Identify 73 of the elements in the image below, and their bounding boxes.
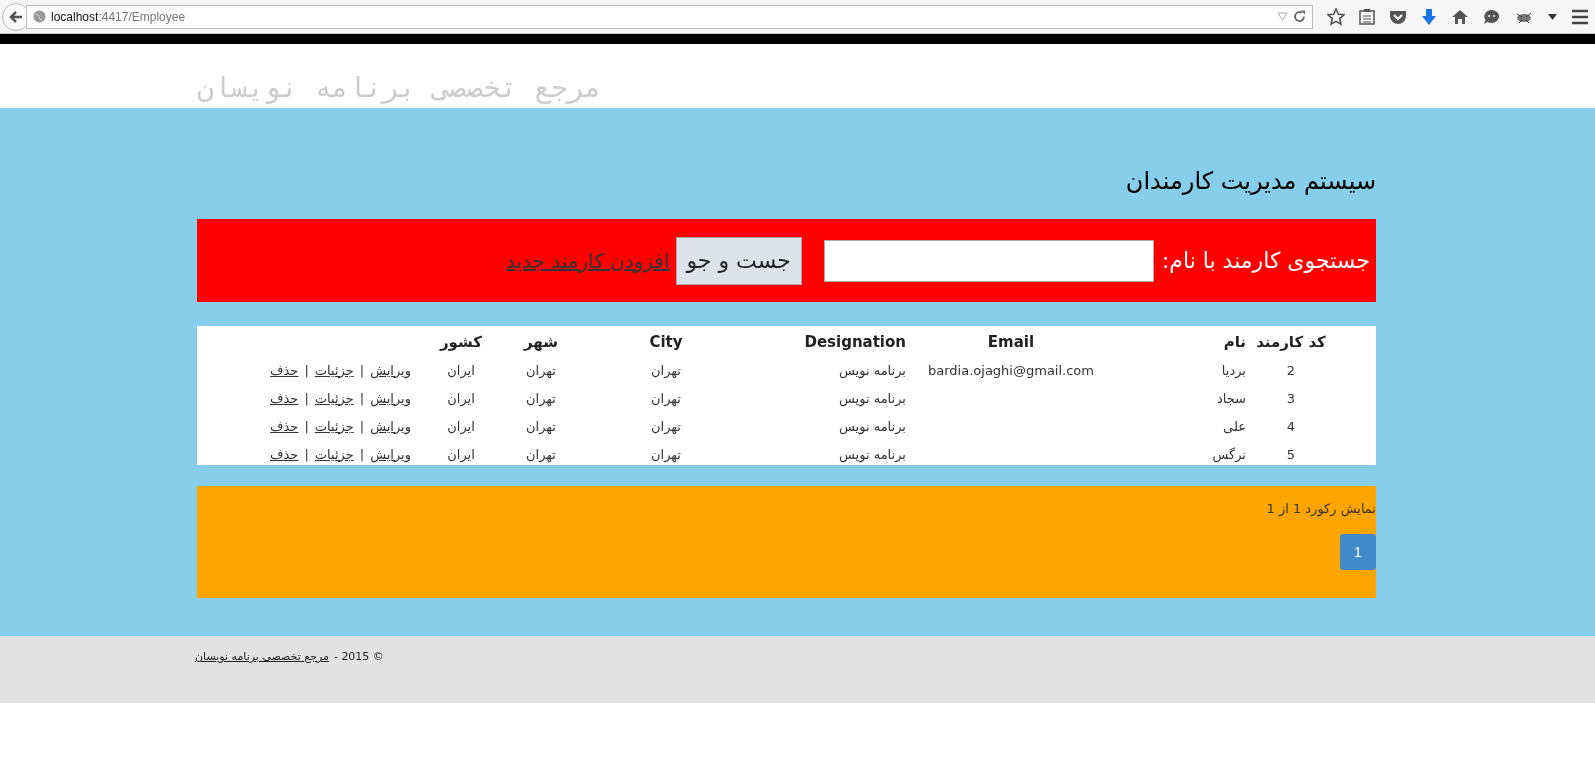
menu-icon[interactable] — [1571, 8, 1589, 25]
table-cell: ایران — [447, 418, 475, 434]
table-cell: نرگس — [1212, 446, 1246, 462]
table-cell: تهران — [651, 390, 681, 406]
star-icon[interactable] — [1327, 7, 1345, 26]
table-cell: برنامه نویس — [839, 418, 906, 434]
table-cell: تهران — [526, 418, 556, 434]
search-field[interactable] — [823, 239, 1154, 282]
globe-icon — [33, 10, 46, 23]
reload-icon[interactable] — [1293, 10, 1306, 23]
separator: | — [359, 418, 365, 434]
separator: | — [359, 390, 365, 406]
column-header: کشور — [440, 333, 482, 351]
address-bar[interactable]: localhost:4417/Employee — [26, 4, 1313, 29]
table-cell: تهران — [526, 446, 556, 462]
table-cell: بردیا — [1221, 362, 1246, 378]
table-cell: ایران — [447, 390, 475, 406]
column-header: نام — [1223, 333, 1246, 351]
caret-icon[interactable] — [1548, 13, 1557, 20]
table-cell: تهران — [651, 362, 681, 378]
table-cell: برنامه نویس — [839, 390, 906, 406]
table-cell: 3 — [1286, 390, 1296, 406]
separator: | — [359, 446, 365, 462]
column-header: City — [649, 333, 683, 351]
table-cell: ایران — [447, 446, 475, 462]
separator: | — [359, 362, 365, 378]
url-text: localhost:4417/Employee — [51, 9, 187, 24]
table-cell: تهران — [651, 418, 681, 434]
table-cell: تهران — [526, 362, 556, 378]
table-cell: 2 — [1286, 362, 1296, 378]
table-cell: 4 — [1286, 418, 1296, 434]
page-button[interactable]: 1 — [1340, 534, 1376, 570]
page-title: سیستم مدیریت کارمندان — [1124, 168, 1376, 194]
table-cell: bardia.ojaghi@gmail.com — [928, 362, 1094, 378]
reading-list-icon[interactable] — [1359, 8, 1375, 25]
action-link[interactable]: ویرایش — [370, 418, 411, 434]
search-label: جستجوی کارمند با نام: — [1161, 248, 1370, 273]
separator: | — [304, 390, 309, 406]
action-link[interactable]: حذف — [270, 446, 299, 462]
separator: | — [304, 418, 309, 434]
column-header: شهر — [524, 333, 558, 351]
table-cell: تهران — [526, 390, 556, 406]
action-link[interactable]: جزئیات — [314, 446, 354, 462]
action-link[interactable]: حذف — [270, 390, 299, 406]
action-link[interactable]: ویرایش — [370, 446, 411, 462]
column-header: Designation — [804, 333, 906, 351]
record-count: نمایش رکورد 1 از 1 — [1266, 501, 1376, 516]
copyright-text: © 2015 - — [333, 650, 384, 663]
search-button[interactable]: جست و جو — [675, 236, 802, 285]
table-cell: سجاد — [1216, 390, 1246, 406]
chat-icon[interactable] — [1483, 8, 1500, 25]
footer-link[interactable]: مرجع تخصصی برنامه نویسان — [195, 650, 329, 663]
back-arrow-icon — [8, 8, 24, 25]
home-icon[interactable] — [1451, 8, 1469, 25]
action-link[interactable]: جزئیات — [314, 390, 354, 406]
action-link[interactable]: حذف — [270, 418, 299, 434]
column-header: Email — [987, 333, 1035, 351]
table-cell: 5 — [1286, 446, 1296, 462]
action-link[interactable]: حذف — [270, 362, 299, 378]
table-cell: برنامه نویس — [839, 446, 906, 462]
action-link[interactable]: جزئیات — [314, 362, 354, 378]
table-cell: علی — [1223, 418, 1246, 434]
action-link[interactable]: ویرایش — [370, 390, 411, 406]
separator: | — [304, 446, 309, 462]
table-cell: تهران — [651, 446, 681, 462]
table-cell: برنامه نویس — [839, 362, 906, 378]
separator: | — [304, 362, 309, 378]
pocket-icon[interactable] — [1389, 8, 1407, 25]
column-header: کد کارمند — [1256, 333, 1326, 351]
action-link[interactable]: جزئیات — [314, 418, 354, 434]
table-cell: ایران — [447, 362, 475, 378]
action-link[interactable]: ویرایش — [370, 362, 411, 378]
download-icon[interactable] — [1421, 7, 1437, 26]
